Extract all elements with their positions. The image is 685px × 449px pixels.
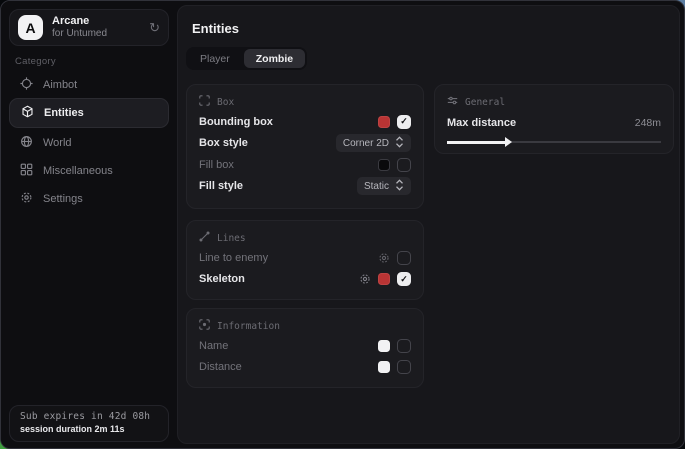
dropdown-value: Corner 2D: [343, 138, 389, 149]
box-panel: Box Bounding box ✓ Box style Corner 2D: [186, 84, 424, 209]
row-max-distance: Max distance 248m: [447, 113, 661, 133]
app-window: A Arcane for Untumed ↻ Category Aimbot E…: [0, 0, 685, 449]
refresh-icon[interactable]: ↻: [149, 20, 160, 36]
box-style-dropdown[interactable]: Corner 2D: [336, 134, 411, 152]
row-label: Fill box: [199, 159, 234, 171]
crosshair-icon: [20, 77, 33, 93]
main-panel: Entities Player Zombie Box Bounding box …: [177, 5, 680, 444]
information-panel: Information Name Distance: [186, 308, 424, 388]
box-panel-header: Box: [199, 93, 411, 111]
distance-checkbox[interactable]: [397, 360, 411, 374]
sidebar-item-label: Miscellaneous: [43, 165, 113, 177]
sidebar-item-label: Settings: [43, 193, 83, 205]
row-label: Distance: [199, 361, 242, 373]
entity-tabs: Player Zombie: [186, 47, 307, 70]
color-swatch[interactable]: [378, 116, 390, 128]
row-label: Bounding box: [199, 116, 273, 128]
max-distance-value: 248m: [635, 117, 661, 129]
fill-box-checkbox[interactable]: [397, 158, 411, 172]
sidebar-item-miscellaneous[interactable]: Miscellaneous: [9, 157, 169, 185]
slider-fill: [447, 141, 505, 144]
lines-panel-title: Lines: [217, 233, 246, 244]
tab-player[interactable]: Player: [188, 49, 242, 68]
sidebar-item-settings[interactable]: Settings: [9, 185, 169, 213]
row-fill-style: Fill style Static: [199, 176, 411, 198]
subscription-card: Sub expires in 42d 08h session duration …: [9, 405, 169, 442]
subscription-expiry: Sub expires in 42d 08h: [20, 411, 158, 422]
app-subtitle: for Untumed: [52, 28, 107, 40]
diagonal-line-icon: [199, 231, 210, 245]
max-distance-slider[interactable]: [447, 136, 661, 148]
color-swatch[interactable]: [378, 340, 390, 352]
grid-icon: [20, 163, 33, 179]
gear-icon: [20, 191, 33, 207]
row-label: Skeleton: [199, 273, 245, 285]
line-settings-gear-icon[interactable]: [378, 252, 390, 264]
app-logo: A: [18, 15, 43, 40]
row-bounding-box: Bounding box ✓: [199, 111, 411, 133]
information-panel-title: Information: [217, 321, 280, 332]
row-box-style: Box style Corner 2D: [199, 133, 411, 155]
chevrons-up-down-icon: [395, 136, 404, 151]
row-label: Max distance: [447, 117, 516, 129]
sidebar-item-label: Entities: [44, 107, 84, 119]
sidebar-item-aimbot[interactable]: Aimbot: [9, 71, 169, 99]
row-label: Name: [199, 340, 228, 352]
skeleton-checkbox[interactable]: ✓: [397, 272, 411, 286]
fill-style-dropdown[interactable]: Static: [357, 177, 411, 195]
lines-panel: Lines Line to enemy Skeleton ✓: [186, 220, 424, 300]
name-checkbox[interactable]: [397, 339, 411, 353]
brand-text: Arcane for Untumed: [52, 15, 107, 39]
sidebar-item-world[interactable]: World: [9, 129, 169, 157]
category-label: Category: [15, 56, 56, 67]
row-line-to-enemy: Line to enemy: [199, 247, 411, 269]
globe-icon: [20, 135, 33, 151]
sliders-icon: [447, 95, 458, 109]
box-panel-title: Box: [217, 97, 234, 108]
page-title: Entities: [192, 21, 239, 36]
box-corners-icon: [199, 95, 210, 109]
general-panel: General Max distance 248m: [434, 84, 674, 154]
sidebar: A Arcane for Untumed ↻ Category Aimbot E…: [1, 1, 176, 448]
row-name: Name: [199, 335, 411, 357]
sidebar-item-label: Aimbot: [43, 79, 77, 91]
color-swatch[interactable]: [378, 361, 390, 373]
tab-zombie[interactable]: Zombie: [244, 49, 305, 68]
line-to-enemy-checkbox[interactable]: [397, 251, 411, 265]
skeleton-settings-gear-icon[interactable]: [359, 273, 371, 285]
app-name: Arcane: [52, 15, 107, 28]
chevrons-up-down-icon: [395, 179, 404, 194]
row-skeleton: Skeleton ✓: [199, 269, 411, 291]
general-panel-title: General: [465, 97, 505, 108]
brand-card: A Arcane for Untumed ↻: [9, 9, 169, 46]
cube-icon: [21, 105, 34, 121]
bounding-box-checkbox[interactable]: ✓: [397, 115, 411, 129]
row-fill-box: Fill box: [199, 154, 411, 176]
row-label: Line to enemy: [199, 252, 268, 264]
row-label: Box style: [199, 137, 248, 149]
slider-thumb[interactable]: [505, 137, 512, 147]
color-swatch[interactable]: [378, 159, 390, 171]
row-label: Fill style: [199, 180, 243, 192]
row-distance: Distance: [199, 357, 411, 379]
color-swatch[interactable]: [378, 273, 390, 285]
general-panel-header: General: [447, 93, 661, 111]
lines-panel-header: Lines: [199, 229, 411, 247]
info-scan-icon: [199, 319, 210, 333]
sidebar-item-label: World: [43, 137, 72, 149]
information-panel-header: Information: [199, 317, 411, 335]
session-duration: session duration 2m 11s: [20, 424, 158, 434]
sidebar-item-entities[interactable]: Entities: [9, 98, 169, 128]
dropdown-value: Static: [364, 181, 389, 192]
